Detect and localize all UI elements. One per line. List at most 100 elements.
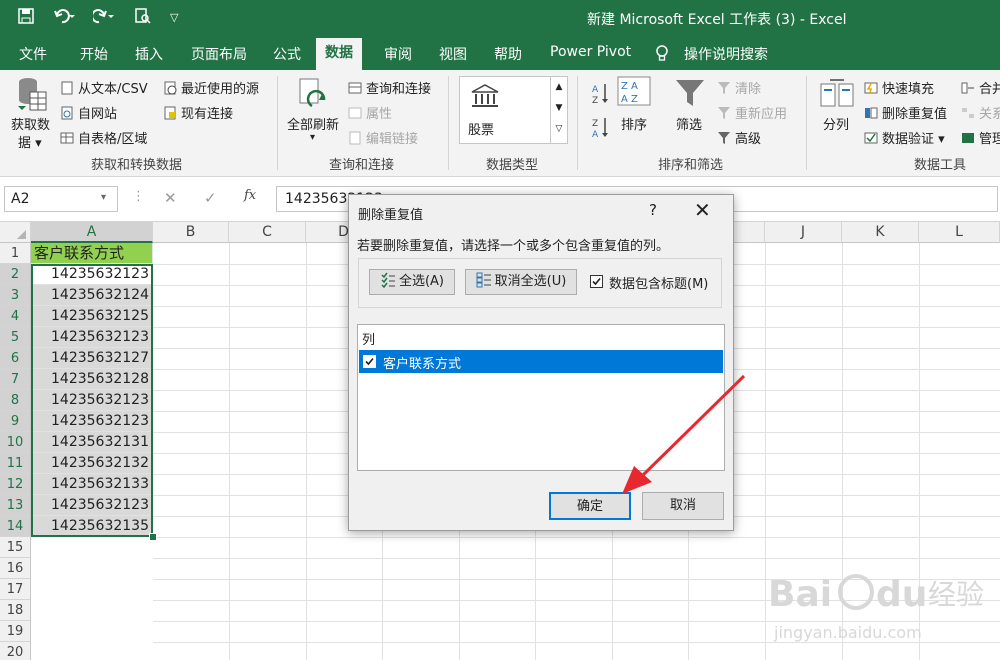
has-headers-checkbox[interactable] (590, 275, 603, 288)
row-header[interactable]: 19 (0, 621, 31, 642)
table-cell[interactable]: 14235632124 (31, 285, 153, 306)
tab-home[interactable]: 开始 (80, 44, 108, 64)
row-header[interactable]: 11 (0, 453, 31, 474)
select-all-corner[interactable] (0, 222, 31, 243)
flash-fill-button[interactable]: 快速填充 (864, 78, 934, 97)
column-header[interactable]: J (765, 222, 842, 243)
header-cell-a1[interactable]: 客户联系方式 (31, 243, 153, 264)
refresh-all-label[interactable]: 全部刷新 (287, 114, 339, 133)
tab-data[interactable]: 数据 (316, 38, 362, 70)
row-header[interactable]: 10 (0, 432, 31, 453)
enter-edit-button[interactable]: ✓ (204, 189, 217, 207)
customize-qat-icon[interactable]: ▽ (170, 11, 178, 24)
sort-dialog-icon[interactable]: Z A A Z (617, 76, 651, 110)
print-preview-icon[interactable] (134, 8, 152, 28)
filter-icon[interactable] (674, 78, 706, 112)
table-cell[interactable]: 14235632123 (31, 264, 153, 285)
table-cell[interactable]: 14235632123 (31, 495, 153, 516)
column-header[interactable]: C (229, 222, 306, 243)
get-data-icon[interactable] (14, 76, 48, 118)
filter-label[interactable]: 筛选 (676, 114, 702, 133)
tab-formulas[interactable]: 公式 (273, 44, 301, 64)
row-header[interactable]: 1 (0, 243, 31, 264)
consolidate-button[interactable]: 合并 (961, 78, 1000, 97)
save-icon[interactable] (18, 8, 34, 28)
select-all-button[interactable]: 全选(A) (369, 269, 455, 295)
row-header[interactable]: 18 (0, 600, 31, 621)
row-header[interactable]: 9 (0, 411, 31, 432)
existing-conn-button[interactable]: 现有连接 (163, 103, 233, 122)
row-header[interactable]: 16 (0, 558, 31, 579)
column-checkbox[interactable] (363, 355, 376, 368)
row-header[interactable]: 4 (0, 306, 31, 327)
close-button[interactable]: ✕ (694, 198, 711, 222)
row-header[interactable]: 17 (0, 579, 31, 600)
tab-power-pivot[interactable]: Power Pivot (550, 44, 631, 60)
relationships-button[interactable]: 关系 (961, 103, 1000, 122)
table-cell[interactable]: 14235632135 (31, 516, 153, 537)
table-cell[interactable]: 14235632123 (31, 411, 153, 432)
column-header[interactable]: B (153, 222, 229, 243)
table-cell[interactable]: 14235632132 (31, 453, 153, 474)
tab-review[interactable]: 审阅 (384, 44, 412, 64)
tab-file[interactable]: 文件 (19, 44, 47, 64)
sort-label[interactable]: 排序 (621, 114, 647, 133)
row-header[interactable]: 13 (0, 495, 31, 516)
insert-function-button[interactable]: fx (244, 188, 256, 203)
refresh-all-dropdown[interactable]: ▾ (310, 132, 315, 143)
data-types-gallery[interactable]: 股票 (459, 76, 551, 144)
table-cell[interactable]: 14235632123 (31, 327, 153, 348)
row-header[interactable]: 8 (0, 390, 31, 411)
row-header[interactable]: 14 (0, 516, 31, 537)
queries-conn-button[interactable]: 查询和连接 (348, 78, 431, 97)
column-header[interactable]: A (31, 222, 153, 243)
help-button[interactable]: ? (649, 201, 657, 219)
sort-az-icon[interactable]: AZ (592, 82, 610, 110)
from-web-button[interactable]: 自网站 (60, 103, 117, 122)
get-data-label[interactable]: 获取数 (11, 114, 50, 133)
redo-icon[interactable] (91, 8, 115, 28)
sort-za-icon[interactable]: ZA (592, 116, 610, 144)
table-cell[interactable]: 14235632123 (31, 390, 153, 411)
get-data-label-2[interactable]: 据 ▾ (18, 132, 42, 151)
row-header[interactable]: 12 (0, 474, 31, 495)
refresh-all-icon[interactable] (298, 78, 328, 116)
tell-me-search[interactable]: 操作说明搜索 (684, 44, 768, 64)
remove-duplicates-button[interactable]: 删除重复值 (864, 103, 947, 122)
text-to-columns-icon[interactable] (820, 78, 854, 114)
reapply-button[interactable]: 重新应用 (717, 103, 787, 122)
table-cell[interactable]: 14235632125 (31, 306, 153, 327)
data-validation-button[interactable]: 数据验证 ▾ (864, 128, 945, 147)
row-header[interactable]: 7 (0, 369, 31, 390)
tab-view[interactable]: 视图 (439, 44, 467, 64)
recent-sources-button[interactable]: 最近使用的源 (163, 78, 259, 97)
edit-links-button[interactable]: 编辑链接 (348, 128, 418, 147)
cancel-edit-button[interactable]: ✕ (164, 189, 177, 207)
from-text-button[interactable]: 从文本/CSV (60, 78, 148, 97)
manage-model-button[interactable]: 管理 (961, 128, 1000, 147)
properties-button[interactable]: 属性 (348, 103, 392, 122)
row-header[interactable]: 2 (0, 264, 31, 285)
from-table-button[interactable]: 自表格/区域 (60, 128, 147, 147)
table-cell[interactable]: 14235632127 (31, 348, 153, 369)
name-box-dropdown-icon[interactable]: ▾ (101, 192, 106, 203)
text-to-columns-label[interactable]: 分列 (823, 114, 849, 133)
clear-button[interactable]: 清除 (717, 78, 761, 97)
column-header[interactable]: K (842, 222, 919, 243)
row-header[interactable]: 5 (0, 327, 31, 348)
table-cell[interactable]: 14235632131 (31, 432, 153, 453)
table-cell[interactable]: 14235632128 (31, 369, 153, 390)
advanced-button[interactable]: 高级 (717, 128, 761, 147)
row-header[interactable]: 20 (0, 642, 31, 660)
name-box[interactable]: A2 ▾ (4, 186, 118, 212)
tab-page-layout[interactable]: 页面布局 (191, 44, 247, 64)
row-header[interactable]: 3 (0, 285, 31, 306)
undo-icon[interactable] (54, 8, 76, 28)
tab-insert[interactable]: 插入 (135, 44, 163, 64)
fill-handle[interactable] (149, 533, 157, 541)
gallery-scroll[interactable]: ▲ ▼ ▽ (550, 76, 568, 144)
row-header[interactable]: 15 (0, 537, 31, 558)
row-header[interactable]: 6 (0, 348, 31, 369)
has-headers-label[interactable]: 数据包含标题(M) (609, 273, 708, 292)
tab-help[interactable]: 帮助 (494, 44, 522, 64)
